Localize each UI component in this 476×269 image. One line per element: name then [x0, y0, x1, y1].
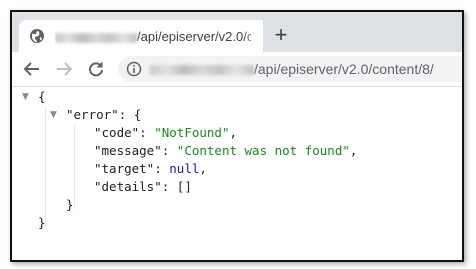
json-comma: , [349, 143, 358, 158]
collapse-root-toggle[interactable]: ▼ [22, 92, 32, 102]
json-key: "details" [94, 179, 162, 194]
json-string-value: "NotFound" [154, 125, 230, 140]
json-key: "message" [94, 143, 162, 158]
json-field-details: "details": [] [94, 179, 192, 194]
info-icon[interactable] [126, 61, 142, 77]
json-key-error: "error" [66, 107, 119, 122]
json-field-target: "target": null, [94, 161, 207, 176]
tab-title-text: /api/episerver/v2.0/content/8/ [137, 29, 251, 44]
json-string-value: "Content was not found" [176, 143, 350, 158]
json-field-message: "message": "Content was not found", [94, 143, 358, 158]
json-key: "code" [94, 125, 140, 140]
tab-title-fade [243, 20, 263, 52]
json-array-value: [] [176, 179, 192, 194]
toolbar: /api/episerver/v2.0/content/8/ [12, 52, 462, 87]
address-bar[interactable]: /api/episerver/v2.0/content/8/ [118, 56, 462, 82]
redacted-host [55, 32, 137, 43]
json-comma: , [199, 161, 207, 176]
redacted-url-host [150, 65, 254, 76]
json-root-close: } [38, 215, 46, 230]
indent-guide [74, 125, 75, 209]
tab-title: /api/episerver/v2.0/content/8/ [55, 28, 251, 46]
browser-window: /api/episerver/v2.0/content/8/ + /api/ep… [10, 10, 464, 262]
json-comma: , [229, 125, 238, 140]
back-button[interactable] [22, 60, 42, 78]
reload-button[interactable] [86, 60, 106, 78]
json-null-value: null [169, 161, 200, 176]
json-error-line: "error": { [66, 106, 141, 124]
indent-guide [45, 107, 46, 227]
collapse-error-toggle[interactable]: ▼ [50, 110, 60, 120]
json-key: "target" [94, 161, 155, 176]
tab-strip: /api/episerver/v2.0/content/8/ + [12, 12, 462, 52]
url-path: /api/episerver/v2.0/content/8/ [254, 61, 434, 77]
url-text: /api/episerver/v2.0/content/8/ [150, 60, 434, 78]
json-root-open: { [38, 89, 46, 104]
json-error-close: } [66, 197, 74, 212]
globe-icon [30, 29, 44, 43]
json-error-open: : { [118, 107, 142, 122]
json-field-code: "code": "NotFound", [94, 125, 238, 140]
forward-button[interactable] [54, 60, 74, 78]
active-tab[interactable]: /api/episerver/v2.0/content/8/ [19, 20, 263, 52]
new-tab-button[interactable]: + [270, 24, 292, 46]
json-viewer: ▼ { ▼ "error": { "code": "NotFound", "me… [12, 87, 462, 260]
